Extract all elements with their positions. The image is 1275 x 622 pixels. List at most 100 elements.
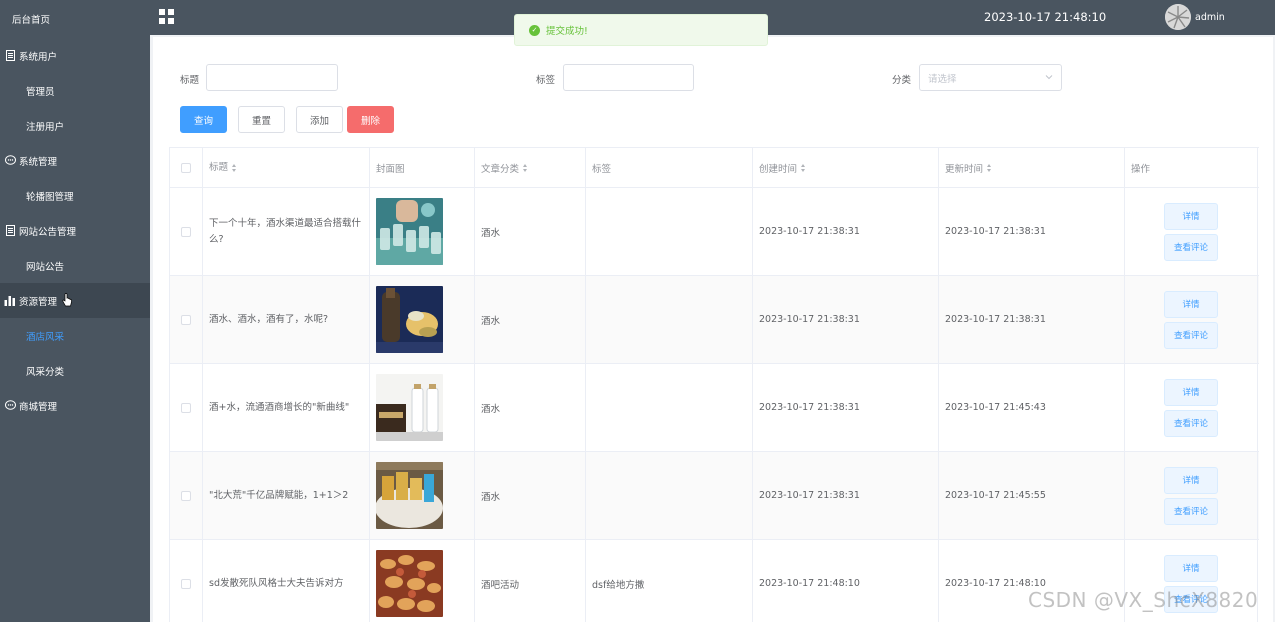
sidebar-item-hotel-style[interactable]: 酒店风采 <box>0 318 150 353</box>
cover-image-drinks-table[interactable] <box>376 462 443 529</box>
sidebar-item-mall[interactable]: 商城管理 <box>0 388 150 423</box>
category-select[interactable]: 请选择 <box>919 64 1062 91</box>
row-category: 酒吧活动 <box>475 540 586 622</box>
row-cover <box>370 276 475 363</box>
sidebar-item-resources[interactable]: 资源管理 <box>0 283 150 318</box>
detail-button[interactable]: 详情 <box>1164 554 1218 582</box>
row-title: 酒水、酒水，酒有了，水呢? <box>203 276 370 363</box>
tag-filter-label: 标签 <box>536 75 556 86</box>
sidebar-item-registered-users[interactable]: 注册用户 <box>0 108 150 143</box>
row-tag <box>586 276 753 363</box>
main-panel: 标题 标签 分类 请选择 查询 重置 添加 删除 标题 封面图 文章分类 标签 … <box>153 37 1273 622</box>
cover-image-gift-box-bottles[interactable] <box>376 374 443 441</box>
view-comments-button[interactable]: 查看评论 <box>1164 497 1218 525</box>
grid-menu-icon[interactable] <box>159 9 174 24</box>
sidebar-item-label: 酒店风采 <box>26 331 65 343</box>
sidebar-item-admins[interactable]: 管理员 <box>0 73 150 108</box>
cover-image-bottle-fruit[interactable] <box>376 286 443 353</box>
header-cover-label: 封面图 <box>376 163 405 175</box>
row-checkbox[interactable] <box>181 490 191 501</box>
row-cover <box>370 452 475 539</box>
category-select-placeholder: 请选择 <box>928 73 957 85</box>
select-all-checkbox[interactable] <box>181 162 191 173</box>
title-filter-label: 标题 <box>180 75 200 86</box>
row-updated: 2023-10-17 21:38:31 <box>939 188 1125 275</box>
view-comments-button[interactable]: 查看评论 <box>1164 321 1218 349</box>
chevron-down-icon <box>1045 73 1053 81</box>
detail-button[interactable]: 详情 <box>1164 202 1218 230</box>
sidebar-item-system-management[interactable]: 系统管理 <box>0 143 150 178</box>
row-checkbox[interactable] <box>181 314 191 325</box>
sort-icon[interactable] <box>801 163 806 172</box>
row-title: sd发散死队风格士大夫告诉对方 <box>203 540 370 622</box>
sidebar: 后台首页 系统用户 管理员 注册用户 系统管理 轮播图管理 网站公告管理 网站公… <box>0 0 150 622</box>
reset-button[interactable]: 重置 <box>238 106 285 133</box>
cover-image-snacks[interactable] <box>376 550 443 617</box>
chat-icon <box>4 400 16 412</box>
row-category: 酒水 <box>475 188 586 275</box>
row-cover <box>370 188 475 275</box>
sort-icon[interactable] <box>523 163 528 172</box>
query-button[interactable]: 查询 <box>180 106 227 133</box>
row-updated: 2023-10-17 21:45:55 <box>939 452 1125 539</box>
header-ops-label: 操作 <box>1131 163 1151 175</box>
sidebar-item-style-category[interactable]: 风采分类 <box>0 353 150 388</box>
header-clock: 2023-10-17 21:48:10 <box>984 10 1107 24</box>
sort-icon[interactable] <box>987 163 992 172</box>
sidebar-item-announcements[interactable]: 网站公告 <box>0 248 150 283</box>
detail-button[interactable]: 详情 <box>1164 378 1218 406</box>
view-comments-button[interactable]: 查看评论 <box>1164 409 1218 437</box>
title-filter-input[interactable] <box>206 64 338 91</box>
header-created[interactable]: 创建时间 <box>753 148 939 187</box>
table-header-row: 标题 封面图 文章分类 标签 创建时间 更新时间 操作 <box>170 148 1259 188</box>
sidebar-item-label: 资源管理 <box>19 296 58 308</box>
sidebar-item-label: 轮播图管理 <box>26 191 74 203</box>
sidebar-item-label: 注册用户 <box>26 121 65 133</box>
row-select-cell <box>170 540 203 622</box>
sidebar-item-label: 商城管理 <box>19 401 58 413</box>
avatar[interactable] <box>1165 4 1191 30</box>
tag-filter-input[interactable] <box>563 64 694 91</box>
sidebar-item-system-users[interactable]: 系统用户 <box>0 38 150 73</box>
detail-button[interactable]: 详情 <box>1164 466 1218 494</box>
row-created: 2023-10-17 21:38:31 <box>753 188 939 275</box>
row-created: 2023-10-17 21:38:31 <box>753 364 939 451</box>
view-comments-button[interactable]: 查看评论 <box>1164 233 1218 261</box>
row-created: 2023-10-17 21:38:31 <box>753 452 939 539</box>
row-tag <box>586 364 753 451</box>
sidebar-item-label: 系统用户 <box>19 51 58 63</box>
header-cover: 封面图 <box>370 148 475 187</box>
sidebar-item-label: 网站公告管理 <box>19 226 77 238</box>
header-updated[interactable]: 更新时间 <box>939 148 1125 187</box>
articles-table: 标题 封面图 文章分类 标签 创建时间 更新时间 操作 下一个十年，酒水渠道最适… <box>169 147 1259 622</box>
cover-image-glasses[interactable] <box>376 198 443 265</box>
header-category[interactable]: 文章分类 <box>475 148 586 187</box>
row-checkbox[interactable] <box>181 578 191 589</box>
row-ops: 详情 查看评论 <box>1125 276 1258 363</box>
row-checkbox[interactable] <box>181 226 191 237</box>
table-row: 酒+水，流通酒商增长的"新曲线" 酒水 2023-10-17 21:38:31 … <box>170 364 1259 452</box>
sidebar-item-home[interactable]: 后台首页 <box>0 0 150 38</box>
table-row: 酒水、酒水，酒有了，水呢? 酒水 2023-10-17 21:38:31 202… <box>170 276 1259 364</box>
toast-message: 提交成功! <box>546 26 588 37</box>
sidebar-item-carousel[interactable]: 轮播图管理 <box>0 178 150 213</box>
detail-button[interactable]: 详情 <box>1164 290 1218 318</box>
bar-chart-icon <box>4 295 16 307</box>
row-ops: 详情 查看评论 <box>1125 188 1258 275</box>
header-created-label: 创建时间 <box>759 163 798 175</box>
username[interactable]: admin <box>1195 12 1225 23</box>
sidebar-item-announcement-management[interactable]: 网站公告管理 <box>0 213 150 248</box>
sidebar-item-label: 系统管理 <box>19 156 58 168</box>
row-tag <box>586 452 753 539</box>
sort-icon[interactable] <box>232 163 237 172</box>
row-title: 酒+水，流通酒商增长的"新曲线" <box>203 364 370 451</box>
document-icon <box>4 50 16 62</box>
header-updated-label: 更新时间 <box>945 163 984 175</box>
header-title[interactable]: 标题 <box>203 148 370 187</box>
header-title-label: 标题 <box>209 161 229 173</box>
row-checkbox[interactable] <box>181 402 191 413</box>
row-category: 酒水 <box>475 452 586 539</box>
add-button[interactable]: 添加 <box>296 106 343 133</box>
delete-button[interactable]: 删除 <box>347 106 394 133</box>
sidebar-item-label: 风采分类 <box>26 366 65 378</box>
